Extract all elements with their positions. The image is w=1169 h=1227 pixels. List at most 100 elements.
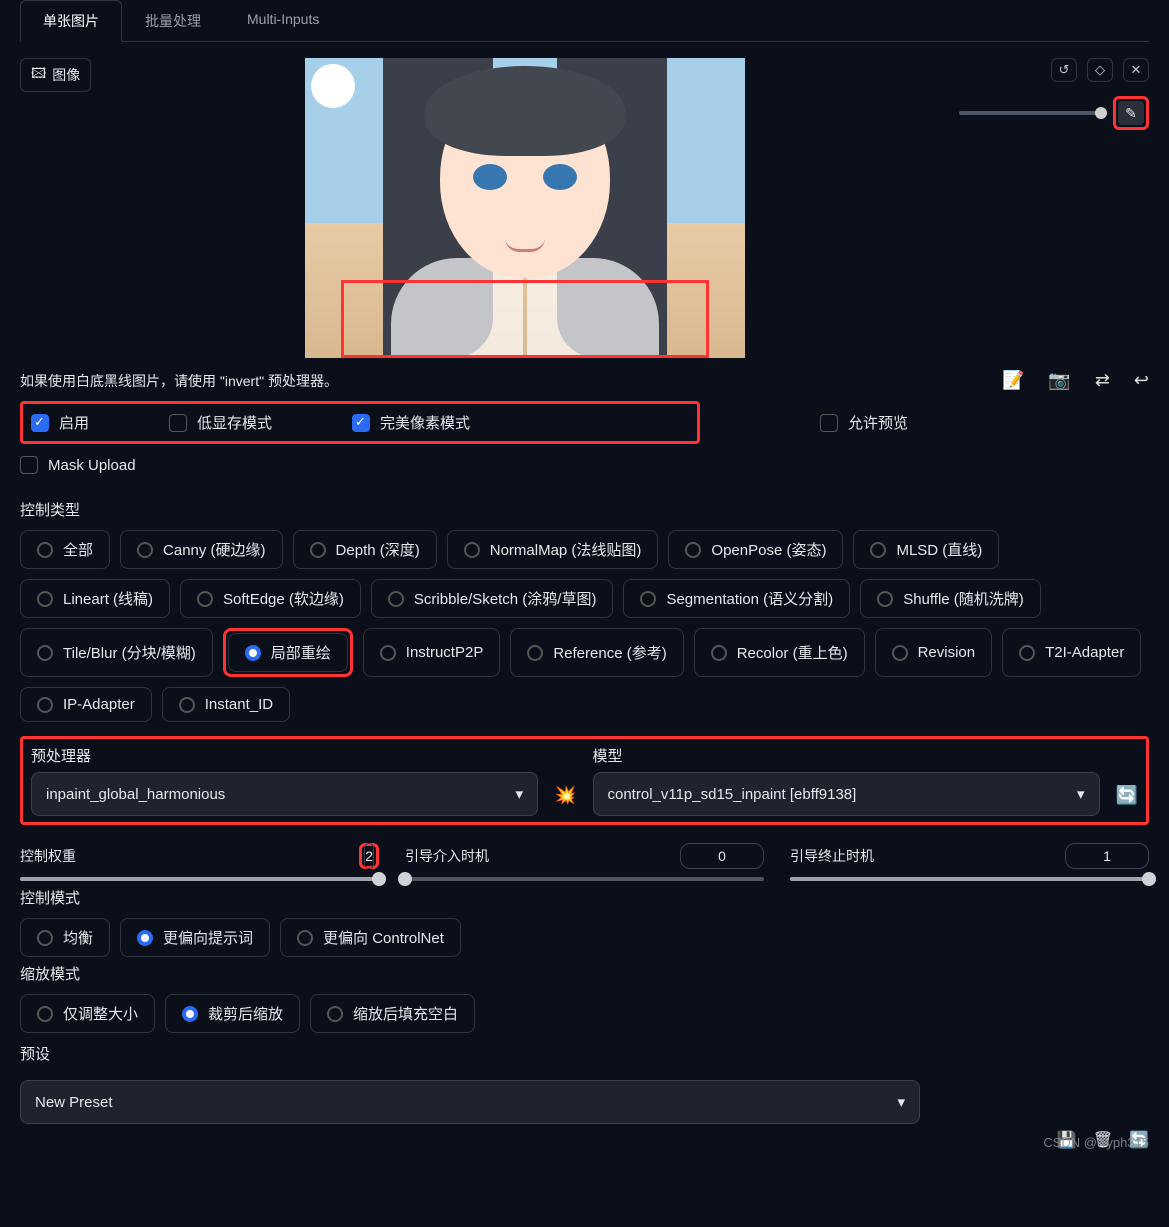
preset-value: New Preset	[35, 1094, 113, 1111]
preprocessor-select[interactable]: inpaint_global_harmonious ▾	[31, 772, 538, 816]
close-icon[interactable]: ✕	[1123, 58, 1149, 82]
control-type-option[interactable]: OpenPose (姿态)	[668, 530, 843, 569]
control-type-option[interactable]: Shuffle (随机洗牌)	[860, 579, 1041, 618]
preset-select[interactable]: New Preset ▾	[20, 1080, 920, 1124]
control-type-option[interactable]: IP-Adapter	[20, 687, 152, 722]
control-type-option-label: 局部重绘	[271, 642, 331, 663]
control-type-option[interactable]: Reference (参考)	[510, 628, 683, 677]
control-type-option[interactable]: Depth (深度)	[293, 530, 437, 569]
control-mode-option[interactable]: 更偏向 ControlNet	[280, 918, 461, 957]
chevron-down-icon: ▾	[897, 1093, 905, 1111]
undo-icon[interactable]: ↺	[1051, 58, 1077, 82]
end-slider[interactable]	[790, 877, 1149, 881]
control-type-option[interactable]: MLSD (直线)	[853, 530, 999, 569]
chevron-down-icon: ▾	[1077, 785, 1085, 803]
brush-size-slider[interactable]	[959, 111, 1107, 115]
radio-dot-icon	[37, 697, 53, 713]
weight-label: 控制权重	[20, 846, 76, 866]
control-type-option[interactable]: Tile/Blur (分块/模糊)	[20, 628, 213, 677]
swap-icon[interactable]: ⇄	[1095, 370, 1110, 391]
control-type-option[interactable]: InstructP2P	[363, 628, 501, 677]
preprocessor-value: inpaint_global_harmonious	[46, 786, 225, 803]
tabs-bar: 单张图片 批量处理 Multi-Inputs	[20, 0, 1149, 42]
control-type-option-label: Recolor (重上色)	[737, 642, 848, 663]
tab-batch[interactable]: 批量处理	[122, 0, 224, 42]
control-type-option-label: Scribble/Sketch (涂鸦/草图)	[414, 588, 597, 609]
resize-mode-option-label: 裁剪后缩放	[208, 1003, 283, 1024]
checkbox-allow-preview-label: 允许预览	[848, 412, 908, 433]
input-image[interactable]	[305, 58, 745, 358]
refresh-models-icon[interactable]: 🔄	[1116, 785, 1138, 806]
model-value: control_v11p_sd15_inpaint [ebff9138]	[608, 786, 857, 803]
control-mode-option[interactable]: 更偏向提示词	[120, 918, 270, 957]
control-type-option[interactable]: Scribble/Sketch (涂鸦/草图)	[371, 579, 614, 618]
radio-dot-icon	[527, 645, 543, 661]
radio-dot-icon	[464, 542, 480, 558]
chevron-down-icon: ▾	[516, 785, 524, 803]
run-preprocessor-icon[interactable]: 💥	[554, 785, 576, 806]
start-slider[interactable]	[405, 877, 764, 881]
hint-text: 如果使用白底黑线图片，请使用 "invert" 预处理器。	[20, 371, 338, 391]
resize-mode-option-label: 缩放后填充空白	[353, 1003, 458, 1024]
brush-icon[interactable]: ✎	[1118, 101, 1144, 125]
weight-slider[interactable]	[20, 877, 379, 881]
control-type-option[interactable]: T2I-Adapter	[1002, 628, 1141, 677]
checkbox-pixel-perfect[interactable]: 完美像素模式	[352, 412, 470, 433]
tab-multi-inputs[interactable]: Multi-Inputs	[224, 0, 342, 42]
camera-icon[interactable]: 📷	[1048, 370, 1070, 391]
control-type-option[interactable]: 局部重绘	[228, 633, 348, 672]
checkbox-mask-upload-label: Mask Upload	[48, 457, 136, 474]
radio-dot-icon	[137, 930, 153, 946]
weight-value-highlight: 2	[359, 843, 379, 869]
control-mode-option-label: 更偏向 ControlNet	[323, 927, 444, 948]
control-mode-group: 均衡 更偏向提示词 更偏向 ControlNet	[20, 918, 1149, 957]
control-type-option[interactable]: Recolor (重上色)	[694, 628, 865, 677]
erase-icon[interactable]: ◇	[1087, 58, 1113, 82]
radio-dot-icon	[37, 591, 53, 607]
control-type-option[interactable]: NormalMap (法线贴图)	[447, 530, 659, 569]
checkbox-enable[interactable]: 启用	[31, 412, 89, 433]
radio-dot-icon	[182, 1006, 198, 1022]
preset-label: 预设	[20, 1033, 1149, 1074]
send-back-icon[interactable]: ↩	[1134, 370, 1149, 391]
checkbox-group-highlight: 启用 低显存模式 完美像素模式	[20, 401, 700, 444]
resize-mode-option[interactable]: 裁剪后缩放	[165, 994, 300, 1033]
model-select[interactable]: control_v11p_sd15_inpaint [ebff9138] ▾	[593, 772, 1100, 816]
preprocessor-label: 预处理器	[31, 745, 538, 766]
radio-dot-icon	[877, 591, 893, 607]
tab-single-image[interactable]: 单张图片	[20, 0, 122, 42]
control-type-option[interactable]: Segmentation (语义分割)	[623, 579, 850, 618]
checkbox-lowvram[interactable]: 低显存模式	[169, 412, 272, 433]
radio-dot-icon	[388, 591, 404, 607]
resize-mode-option[interactable]: 缩放后填充空白	[310, 994, 475, 1033]
radio-dot-icon	[711, 645, 727, 661]
image-tag[interactable]: 🖾 图像	[20, 58, 91, 92]
control-type-option[interactable]: SoftEdge (软边缘)	[180, 579, 361, 618]
radio-dot-icon	[37, 930, 53, 946]
control-type-option-label: Segmentation (语义分割)	[666, 588, 833, 609]
radio-dot-icon	[297, 930, 313, 946]
control-type-option-label: Revision	[918, 644, 976, 661]
radio-dot-icon	[137, 542, 153, 558]
checkbox-lowvram-label: 低显存模式	[197, 412, 272, 433]
weight-value[interactable]: 2	[364, 843, 374, 869]
control-type-option[interactable]: 全部	[20, 530, 110, 569]
control-type-option[interactable]: Lineart (线稿)	[20, 579, 170, 618]
resize-mode-option[interactable]: 仅调整大小	[20, 994, 155, 1033]
radio-dot-icon	[1019, 645, 1035, 661]
checkbox-mask-upload[interactable]: Mask Upload	[20, 456, 136, 474]
control-type-option-label: InstructP2P	[406, 644, 484, 661]
checkbox-pixel-perfect-label: 完美像素模式	[380, 412, 470, 433]
end-label: 引导终止时机	[790, 846, 874, 866]
edit-icon[interactable]: 📝	[1002, 370, 1024, 391]
control-type-option[interactable]: Revision	[875, 628, 993, 677]
model-label: 模型	[593, 745, 1100, 766]
start-value[interactable]: 0	[680, 843, 764, 869]
checkbox-enable-label: 启用	[59, 412, 89, 433]
end-value[interactable]: 1	[1065, 843, 1149, 869]
control-type-option[interactable]: Instant_ID	[162, 687, 290, 722]
checkbox-allow-preview[interactable]: 允许预览	[820, 412, 908, 433]
control-type-option[interactable]: Canny (硬边缘)	[120, 530, 283, 569]
control-mode-option[interactable]: 均衡	[20, 918, 110, 957]
control-mode-option-label: 更偏向提示词	[163, 927, 253, 948]
